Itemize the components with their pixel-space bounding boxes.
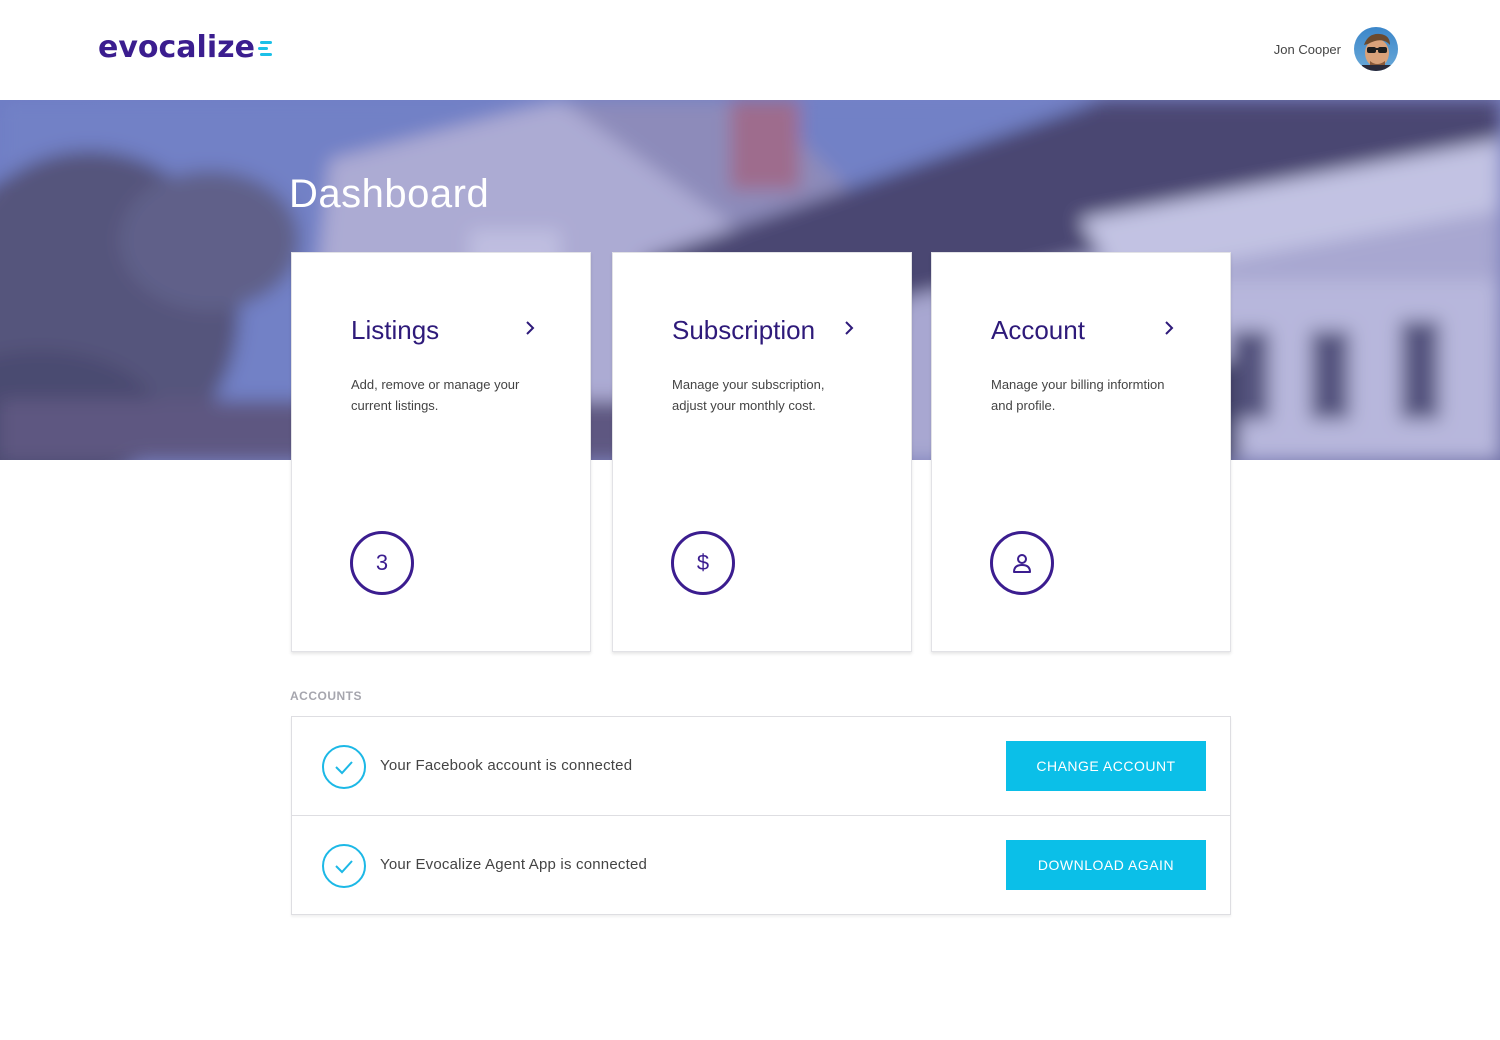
- account-card[interactable]: Account Manage your billing informtion a…: [931, 252, 1231, 652]
- chevron-right-icon[interactable]: [1162, 321, 1176, 335]
- dollar-symbol: $: [696, 550, 710, 575]
- logo-mark-icon: [257, 41, 274, 61]
- listings-card[interactable]: Listings Add, remove or manage your curr…: [291, 252, 591, 652]
- change-account-button[interactable]: CHANGE ACCOUNT: [1006, 741, 1206, 791]
- subscription-card[interactable]: Subscription Manage your subscription, a…: [612, 252, 912, 652]
- user-menu[interactable]: Jon Cooper: [1274, 27, 1398, 71]
- listings-count: 3: [375, 550, 389, 575]
- account-row-agent-app: Your Evocalize Agent App is connected DO…: [292, 816, 1230, 915]
- card-description: Add, remove or manage your current listi…: [351, 377, 520, 413]
- dollar-icon: $: [671, 531, 735, 595]
- check-circle-icon: [322, 745, 366, 789]
- chevron-right-icon[interactable]: [842, 321, 856, 335]
- top-header: evocalize Jon Cooper: [0, 0, 1500, 100]
- user-name: Jon Cooper: [1273, 41, 1341, 57]
- card-description: Manage your subscription, adjust your mo…: [672, 377, 825, 413]
- account-status-text: Your Facebook account is connected: [380, 757, 633, 774]
- card-description: Manage your billing informtion and profi…: [991, 377, 1165, 413]
- card-title: Subscription: [672, 315, 816, 345]
- user-icon-badge: [990, 531, 1054, 595]
- user-icon: [1013, 554, 1031, 573]
- page-title: Dashboard: [289, 172, 490, 216]
- avatar[interactable]: [1354, 27, 1398, 71]
- account-status-text: Your Evocalize Agent App is connected: [380, 856, 648, 873]
- listings-count-badge: 3: [350, 531, 414, 595]
- accounts-panel: Your Facebook account is connected CHANG…: [291, 716, 1231, 915]
- card-title: Account: [991, 315, 1085, 345]
- account-row-facebook: Your Facebook account is connected CHANG…: [292, 717, 1230, 816]
- logo-text: evocalize: [98, 30, 255, 65]
- evocalize-logo[interactable]: evocalize: [98, 30, 274, 66]
- check-circle-icon: [322, 844, 366, 888]
- chevron-right-icon[interactable]: [523, 321, 537, 335]
- card-title: Listings: [351, 315, 440, 345]
- accounts-section-label: ACCOUNTS: [290, 689, 362, 703]
- download-again-button[interactable]: DOWNLOAD AGAIN: [1006, 840, 1206, 890]
